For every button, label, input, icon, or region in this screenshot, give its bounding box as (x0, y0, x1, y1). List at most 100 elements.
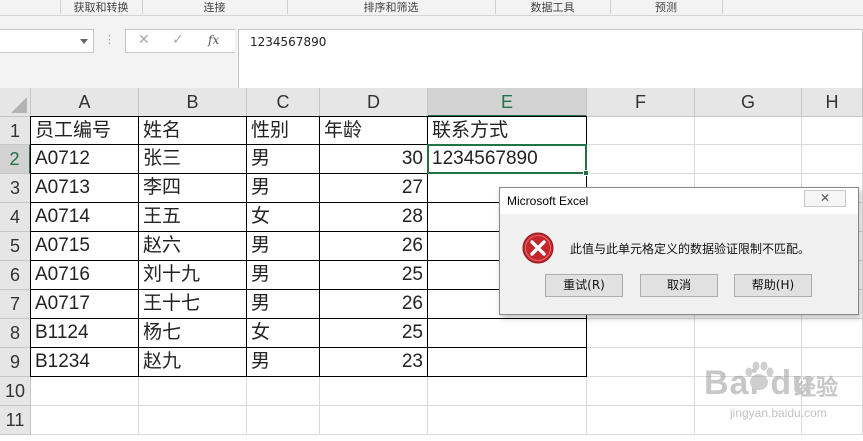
error-icon (522, 232, 554, 264)
cell-d7[interactable]: 26 (320, 290, 428, 319)
dialog-titlebar[interactable]: Microsoft Excel ✕ (500, 188, 858, 214)
row-header-4[interactable]: 4 (0, 203, 31, 232)
cell-e2[interactable]: 1234567890 (428, 145, 587, 174)
cell-f8[interactable] (587, 319, 695, 348)
column-header-e[interactable]: E (428, 88, 587, 117)
cell-b10[interactable] (139, 377, 247, 406)
cell-d9[interactable]: 23 (320, 348, 428, 377)
row-header-11[interactable]: 11 (0, 406, 31, 435)
row-header-9[interactable]: 9 (0, 348, 31, 377)
row-header-6[interactable]: 6 (0, 261, 31, 290)
column-header-d[interactable]: D (320, 88, 428, 117)
cell-b3[interactable]: 李四 (139, 174, 247, 203)
cell-g2[interactable] (695, 145, 802, 174)
help-button[interactable]: 帮助(H) (734, 274, 812, 297)
fill-handle[interactable] (583, 170, 589, 176)
row-header-10[interactable]: 10 (0, 377, 31, 406)
cell-h8[interactable] (802, 319, 863, 348)
insert-function-icon[interactable]: fx (208, 33, 219, 47)
cell-a9[interactable]: B1234 (31, 348, 139, 377)
name-box[interactable] (0, 29, 94, 53)
cell-d8[interactable]: 25 (320, 319, 428, 348)
cell-c9[interactable]: 男 (247, 348, 320, 377)
cell-b6[interactable]: 刘十九 (139, 261, 247, 290)
cell-d11[interactable] (320, 406, 428, 435)
cell-c4[interactable]: 女 (247, 203, 320, 232)
cell-d1[interactable]: 年龄 (320, 117, 428, 145)
cell-f11[interactable] (587, 406, 695, 435)
row-header-8[interactable]: 8 (0, 319, 31, 348)
cell-a3[interactable]: A0713 (31, 174, 139, 203)
cell-h1[interactable] (802, 117, 863, 145)
more-vertical-icon[interactable]: ⋮ (104, 34, 115, 46)
cancel-button[interactable]: 取消 (640, 274, 718, 297)
cell-b11[interactable] (139, 406, 247, 435)
cell-a10[interactable] (31, 377, 139, 406)
cell-c2[interactable]: 男 (247, 145, 320, 174)
row-header-5[interactable]: 5 (0, 232, 31, 261)
cell-b2[interactable]: 张三 (139, 145, 247, 174)
cell-e1[interactable]: 联系方式 (428, 117, 587, 145)
column-header-f[interactable]: F (587, 88, 695, 117)
cell-g1[interactable] (695, 117, 802, 145)
cell-d5[interactable]: 26 (320, 232, 428, 261)
cell-a11[interactable] (31, 406, 139, 435)
cell-b9[interactable]: 赵九 (139, 348, 247, 377)
cell-f9[interactable] (587, 348, 695, 377)
cell-f2[interactable] (587, 145, 695, 174)
cell-b5[interactable]: 赵六 (139, 232, 247, 261)
cell-d6[interactable]: 25 (320, 261, 428, 290)
cell-e8[interactable] (428, 319, 587, 348)
cell-c5[interactable]: 男 (247, 232, 320, 261)
cell-c7[interactable]: 男 (247, 290, 320, 319)
cell-f1[interactable] (587, 117, 695, 145)
cell-a5[interactable]: A0715 (31, 232, 139, 261)
chevron-down-icon[interactable] (80, 39, 88, 44)
column-header-g[interactable]: G (695, 88, 802, 117)
cell-c3[interactable]: 男 (247, 174, 320, 203)
cancel-entry-icon[interactable]: ✕ (138, 32, 150, 48)
cell-a4[interactable]: A0714 (31, 203, 139, 232)
paw-logo-icon (745, 361, 774, 390)
cell-e11[interactable] (428, 406, 587, 435)
row-header-3[interactable]: 3 (0, 174, 31, 203)
row-header-7[interactable]: 7 (0, 290, 31, 319)
column-header-a[interactable]: A (31, 88, 139, 117)
column-header-b[interactable]: B (139, 88, 247, 117)
cell-e9[interactable] (428, 348, 587, 377)
cell-a7[interactable]: A0717 (31, 290, 139, 319)
cell-c1[interactable]: 性别 (247, 117, 320, 145)
close-button[interactable]: ✕ (804, 190, 846, 207)
cell-a1[interactable]: 员工编号 (31, 117, 139, 145)
confirm-entry-icon[interactable]: ✓ (172, 32, 184, 48)
cell-d4[interactable]: 28 (320, 203, 428, 232)
cell-b1[interactable]: 姓名 (139, 117, 247, 145)
cell-c6[interactable]: 男 (247, 261, 320, 290)
select-all-button[interactable] (0, 88, 31, 117)
cell-b7[interactable]: 王十七 (139, 290, 247, 319)
cell-c8[interactable]: 女 (247, 319, 320, 348)
column-header-h[interactable]: H (802, 88, 863, 117)
cell-h2[interactable] (802, 145, 863, 174)
cell-a2[interactable]: A0712 (31, 145, 139, 174)
select-all-triangle-icon (11, 97, 27, 113)
cell-e10[interactable] (428, 377, 587, 406)
cell-a6[interactable]: A0716 (31, 261, 139, 290)
retry-button[interactable]: 重试(R) (545, 274, 623, 297)
row-header-2[interactable]: 2 (0, 145, 31, 174)
cell-b4[interactable]: 王五 (139, 203, 247, 232)
cell-c10[interactable] (247, 377, 320, 406)
cell-g8[interactable] (695, 319, 802, 348)
formula-bar: ⋮ ✕ ✓ fx 1234567890 (0, 16, 863, 91)
cell-a8[interactable]: B1124 (31, 319, 139, 348)
cell-d2[interactable]: 30 (320, 145, 428, 174)
cell-d10[interactable] (320, 377, 428, 406)
cell-d3[interactable]: 27 (320, 174, 428, 203)
cell-b8[interactable]: 杨七 (139, 319, 247, 348)
cell-f10[interactable] (587, 377, 695, 406)
column-header-c[interactable]: C (247, 88, 320, 117)
formula-input[interactable]: 1234567890 (238, 29, 863, 91)
ribbon-group-labels: 获取和转换 连接 排序和筛选 数据工具 预测 (0, 0, 863, 16)
cell-c11[interactable] (247, 406, 320, 435)
row-header-1[interactable]: 1 (0, 117, 31, 145)
